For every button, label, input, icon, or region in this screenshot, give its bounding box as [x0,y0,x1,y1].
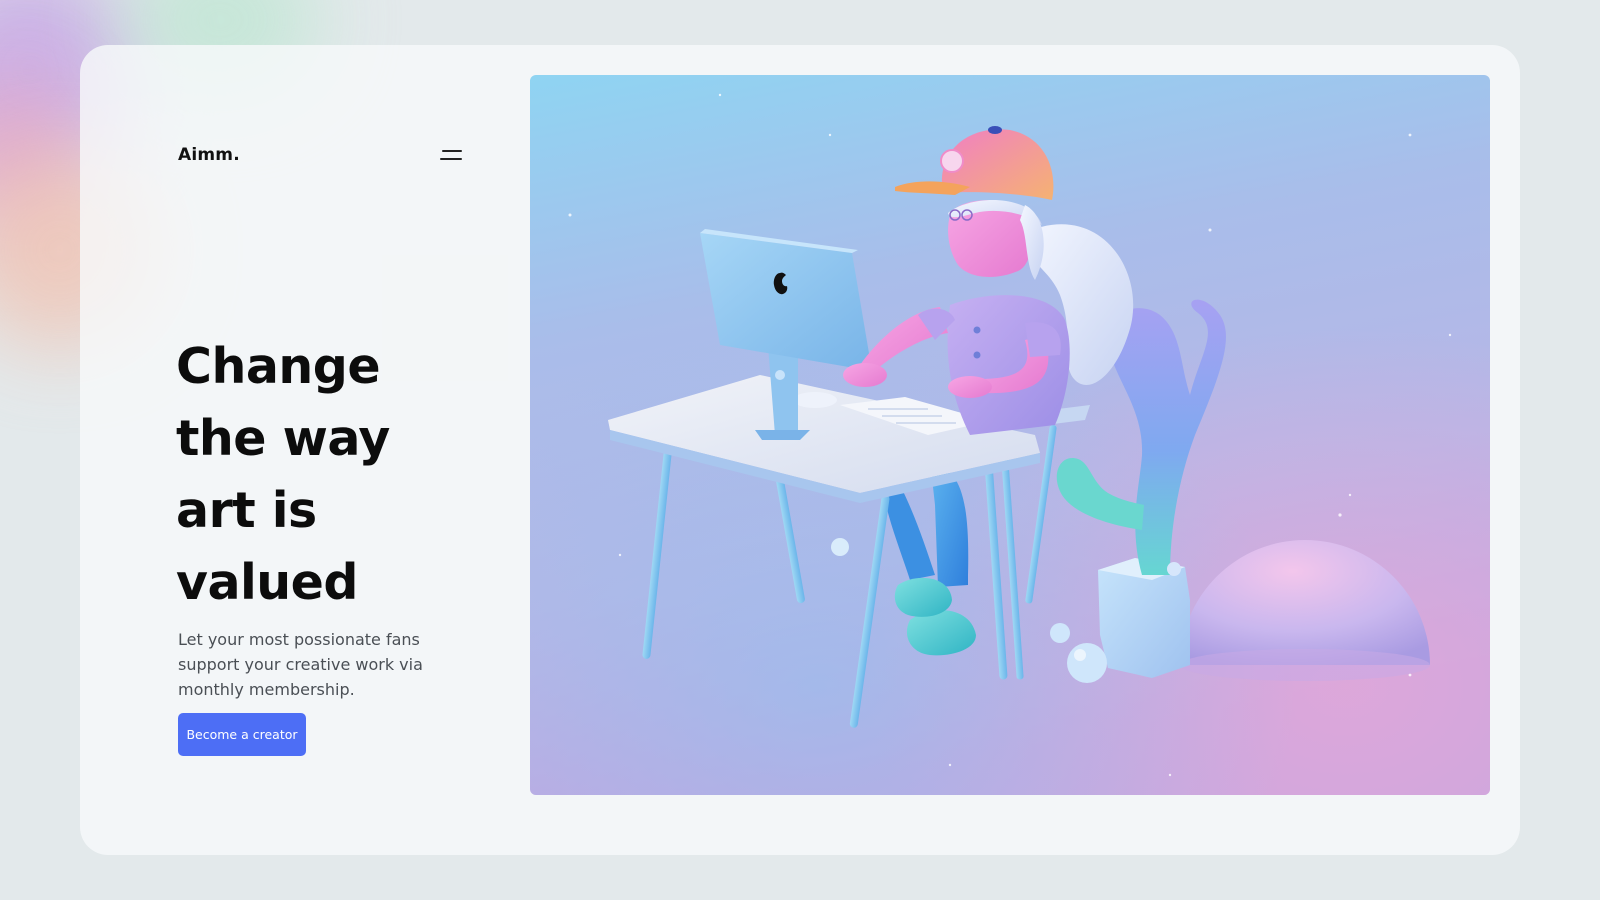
hamburger-menu-icon[interactable] [438,147,462,163]
hero-headline: Change the way art is valued [176,331,496,619]
page: Aimm. Change the way art is valued Let y… [0,0,1600,900]
small-ball [831,538,849,556]
menu-line-bottom [440,158,462,160]
hero-card: Aimm. Change the way art is valued Let y… [80,45,1520,855]
background-blob-pink [0,80,80,240]
headline-line-4: valued [176,554,359,611]
become-creator-button[interactable]: Become a creator [178,713,306,756]
headline-line-2: the way [176,410,390,467]
headline-line-3: art is [176,482,317,539]
hero-description: Let your most possionate fans support yo… [178,630,423,699]
character-shirt [947,295,1070,435]
brand-logo[interactable]: Aimm. [178,145,240,165]
headline-line-1: Change [176,338,381,395]
menu-line-top [442,150,462,152]
hero-illustration [530,75,1490,795]
illustration-svg [530,75,1490,795]
